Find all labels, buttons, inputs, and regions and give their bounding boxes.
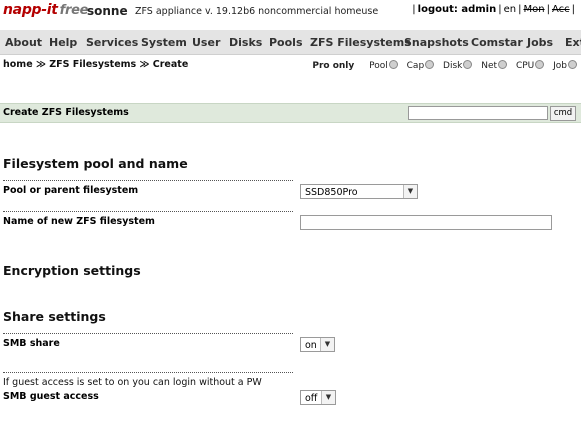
language-link[interactable]: en	[504, 4, 517, 15]
logo-text: napp-it	[3, 2, 58, 18]
chevron-down-icon: ▼	[403, 185, 417, 198]
pool-section-heading: Filesystem pool and name	[3, 156, 188, 171]
status-dot-icon	[463, 60, 473, 69]
chevron-down-icon: ▼	[321, 391, 335, 404]
monitor-status: Pro only Pool Cap Disk Net CPU Job	[312, 60, 577, 71]
status-dot-icon	[498, 60, 508, 69]
menu-disks[interactable]: Disks	[229, 36, 262, 49]
menu-help[interactable]: Help	[49, 36, 77, 49]
menu-extensions[interactable]: Ext	[565, 36, 581, 49]
encryption-section-heading: Encryption settings	[3, 263, 141, 278]
menu-snapshots[interactable]: Snapshots	[404, 36, 469, 49]
divider	[3, 180, 293, 181]
guest-access-note: If guest access is set to on you can log…	[3, 377, 262, 388]
monitor-pool[interactable]: Pool	[369, 60, 398, 71]
menu-jobs[interactable]: Jobs	[527, 36, 553, 49]
smb-guest-label: SMB guest access	[3, 391, 99, 402]
top-right-links: | logout: admin | en | Mon | Acc |	[412, 4, 575, 15]
top-bar: napp-it free sonne ZFS appliance v. 19.12…	[0, 0, 581, 24]
smb-share-label: SMB share	[3, 338, 60, 349]
chevron-down-icon: ▼	[320, 338, 334, 351]
monitor-pool-label: Pool	[369, 61, 388, 71]
menu-pools[interactable]: Pools	[269, 36, 303, 49]
smb-share-select[interactable]: on ▼	[300, 337, 335, 352]
pro-only-label: Pro only	[312, 61, 355, 71]
pool-select[interactable]: SSD850Pro ▼	[300, 184, 418, 199]
appliance-info: ZFS appliance v. 19.12b6 noncommercial h…	[135, 6, 379, 17]
logout-link[interactable]: logout: admin	[418, 4, 497, 15]
menu-zfs-filesystems[interactable]: ZFS Filesystems	[310, 36, 411, 49]
monitor-job-label: Job	[553, 61, 567, 71]
menu-user[interactable]: User	[192, 36, 220, 49]
menu-services[interactable]: Services	[86, 36, 138, 49]
main-menu: About Help Services System User Disks Po…	[0, 30, 581, 55]
menu-comstar[interactable]: Comstar	[471, 36, 523, 49]
smb-share-select-value: on	[305, 340, 317, 351]
section-header: Create ZFS Filesystems cmd	[0, 103, 581, 123]
menu-about[interactable]: About	[5, 36, 42, 49]
breadcrumb-bar: home ≫ ZFS Filesystems ≫ Create Pro only…	[0, 56, 581, 74]
divider	[3, 211, 293, 212]
status-dot-icon	[425, 60, 435, 69]
monitor-cap[interactable]: Cap	[406, 60, 435, 71]
divider	[3, 333, 293, 334]
monitor-disk[interactable]: Disk	[443, 60, 473, 71]
app-logo[interactable]: napp-it free	[3, 2, 88, 18]
status-dot-icon	[568, 60, 577, 69]
monitor-net[interactable]: Net	[481, 60, 508, 71]
monitor-cpu[interactable]: CPU	[515, 60, 545, 71]
menu-system[interactable]: System	[141, 36, 187, 49]
monitor-cpu-label: CPU	[515, 61, 535, 71]
monitor-disk-label: Disk	[443, 61, 463, 71]
status-dot-icon	[535, 60, 545, 69]
logo-suffix: free	[59, 3, 89, 18]
monitor-job[interactable]: Job	[553, 60, 577, 71]
filesystem-name-input[interactable]	[300, 215, 552, 230]
share-section-heading: Share settings	[3, 309, 106, 324]
breadcrumb[interactable]: home ≫ ZFS Filesystems ≫ Create	[3, 59, 188, 70]
status-dot-icon	[388, 60, 398, 69]
filesystem-name-label: Name of new ZFS filesystem	[3, 216, 155, 227]
smb-guest-select-value: off	[305, 393, 318, 404]
cmd-button[interactable]: cmd	[550, 106, 576, 121]
pool-label: Pool or parent filesystem	[3, 185, 139, 196]
cmd-input[interactable]	[408, 106, 548, 120]
hostname: sonne	[87, 4, 128, 18]
accelerator-toggle-link[interactable]: Acc	[552, 4, 570, 15]
smb-guest-select[interactable]: off ▼	[300, 390, 336, 405]
pool-select-value: SSD850Pro	[305, 187, 358, 198]
monitor-cap-label: Cap	[406, 61, 425, 71]
divider	[3, 372, 293, 373]
section-title: Create ZFS Filesystems	[3, 107, 129, 118]
monitor-toggle-link[interactable]: Mon	[523, 4, 544, 15]
monitor-net-label: Net	[481, 61, 498, 71]
